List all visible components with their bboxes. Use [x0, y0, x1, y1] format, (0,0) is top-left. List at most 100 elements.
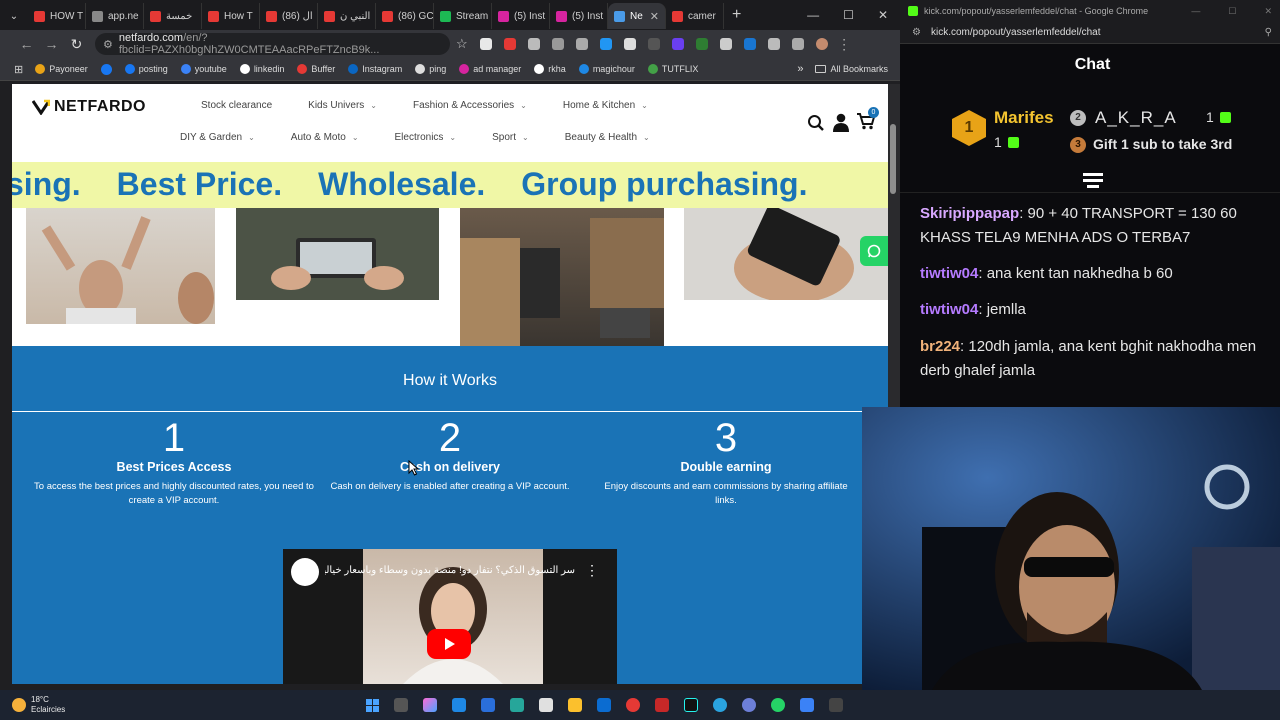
- extension-icon[interactable]: [551, 38, 564, 50]
- app-icon[interactable]: [452, 698, 466, 712]
- copilot-icon[interactable]: [423, 698, 437, 712]
- chat-username[interactable]: Skiripippapap: [920, 205, 1019, 222]
- reload-button[interactable]: ↻: [64, 36, 89, 53]
- nav-menu-item[interactable]: Stock clearance: [201, 100, 272, 111]
- close-window-button[interactable]: ✕: [878, 8, 888, 22]
- browser-tab[interactable]: Ne ✕: [608, 3, 666, 29]
- tab-search-button[interactable]: ⌄: [0, 3, 28, 29]
- opera-icon[interactable]: [626, 698, 640, 712]
- close-tab-icon[interactable]: ✕: [650, 10, 659, 23]
- account-icon[interactable]: [832, 113, 850, 132]
- app-icon[interactable]: [655, 698, 669, 712]
- bookmark-item[interactable]: youtube: [180, 64, 227, 75]
- search-icon[interactable]: [807, 114, 825, 132]
- leader-1-name[interactable]: Marifes: [994, 108, 1054, 128]
- maximize-button[interactable]: ☐: [843, 8, 854, 22]
- apps-grid-icon[interactable]: ⊞: [14, 63, 23, 76]
- whatsapp-float-button[interactable]: [860, 236, 888, 266]
- bookmark-item[interactable]: TUTFLIX: [647, 64, 698, 75]
- site-logo[interactable]: NETFARDO: [32, 98, 146, 116]
- chat-username[interactable]: tiwtiw04: [920, 301, 978, 318]
- profile-avatar[interactable]: [815, 38, 828, 50]
- app-icon[interactable]: [539, 698, 553, 712]
- browser-tab[interactable]: النبي ن: [318, 3, 376, 29]
- browser-tab[interactable]: camer: [666, 3, 724, 29]
- whatsapp-icon[interactable]: [771, 698, 785, 712]
- app-icon[interactable]: [481, 698, 495, 712]
- video-menu-icon[interactable]: ⋮: [585, 562, 599, 579]
- extension-icon[interactable]: [575, 38, 588, 50]
- extension-icon[interactable]: [671, 38, 684, 50]
- extension-icon[interactable]: [647, 38, 660, 50]
- app-icon[interactable]: [800, 698, 814, 712]
- extension-icon[interactable]: [623, 38, 636, 50]
- browser-tab[interactable]: (5) Inst: [550, 3, 608, 29]
- channel-avatar[interactable]: [291, 558, 319, 586]
- app-icon[interactable]: [829, 698, 843, 712]
- browser-tab[interactable]: (86) GC: [376, 3, 434, 29]
- browser-tab[interactable]: ال (86): [260, 3, 318, 29]
- video-title[interactable]: سر التسوق الذكي؟ نتفار دو! منصة بدون وسط…: [325, 565, 575, 576]
- weather-widget[interactable]: 18°C Eclaircies: [12, 695, 342, 715]
- tiktok-icon[interactable]: [684, 698, 698, 712]
- start-button[interactable]: [366, 698, 379, 712]
- scrollbar-thumb[interactable]: [890, 124, 896, 194]
- leader-2-name[interactable]: A_K_R_A: [1095, 108, 1177, 128]
- minimize-button[interactable]: —: [1191, 6, 1200, 16]
- extension-icon[interactable]: [599, 38, 612, 50]
- extensions-puzzle-icon[interactable]: [767, 38, 780, 50]
- extension-icon[interactable]: [695, 38, 708, 50]
- collapse-leaderboard-icon[interactable]: [1083, 170, 1103, 188]
- close-window-button[interactable]: ✕: [1264, 6, 1272, 17]
- nav-menu-item[interactable]: Kids Univers ⌄: [308, 100, 377, 111]
- nav-menu-item[interactable]: Auto & Moto ⌄: [291, 132, 359, 143]
- browser-tab[interactable]: (5) Inst: [492, 3, 550, 29]
- extension-icon[interactable]: [503, 38, 516, 50]
- bookmark-item[interactable]: Instagram: [348, 64, 402, 75]
- browser-tab[interactable]: HOW T: [28, 3, 86, 29]
- nav-menu-item[interactable]: Home & Kitchen ⌄: [563, 100, 648, 111]
- browser-tab[interactable]: Stream: [434, 3, 492, 29]
- gift-cta[interactable]: Gift 1 sub to take 3rd: [1093, 136, 1232, 152]
- browser-tab[interactable]: خمسة: [144, 3, 202, 29]
- extension-icon[interactable]: [479, 38, 492, 50]
- nav-menu-item[interactable]: Sport ⌄: [492, 132, 529, 143]
- store-icon[interactable]: [568, 698, 582, 712]
- taskview-icon[interactable]: [394, 698, 408, 712]
- facebook-bookmark-icon[interactable]: [100, 63, 112, 75]
- site-info-icon[interactable]: ⚙: [103, 38, 113, 51]
- new-tab-button[interactable]: +: [732, 6, 741, 24]
- url-input[interactable]: ⚙ netfardo.com/en/?fbclid=PAZXh0bgNhZW0C…: [95, 32, 450, 56]
- extension-icon[interactable]: [791, 38, 804, 50]
- bookmark-item[interactable]: rkha: [534, 64, 566, 75]
- browser-tab[interactable]: app.ne: [86, 3, 144, 29]
- browser-tab[interactable]: How T: [202, 3, 260, 29]
- back-button[interactable]: ←: [14, 36, 39, 52]
- nav-menu-item[interactable]: Fashion & Accessories ⌄: [413, 100, 527, 111]
- nav-menu-item[interactable]: Electronics ⌄: [395, 132, 457, 143]
- nav-menu-item[interactable]: DIY & Garden ⌄: [180, 132, 255, 143]
- all-bookmarks-button[interactable]: All Bookmarks: [815, 64, 888, 74]
- app-icon[interactable]: [510, 698, 524, 712]
- bookmark-item[interactable]: magichour: [578, 64, 635, 75]
- app-icon[interactable]: [742, 698, 756, 712]
- site-info-icon[interactable]: ⚙: [912, 27, 921, 38]
- bookmark-item[interactable]: Payoneer: [35, 64, 88, 75]
- bookmarks-overflow-icon[interactable]: »: [797, 63, 803, 75]
- chat-username[interactable]: br224: [920, 338, 960, 355]
- menu-kebab-icon[interactable]: ⋮: [832, 36, 857, 53]
- minimize-button[interactable]: —: [807, 8, 819, 22]
- bookmark-item[interactable]: Buffer: [297, 64, 335, 75]
- outlook-icon[interactable]: [597, 698, 611, 712]
- forward-button[interactable]: →: [39, 36, 64, 52]
- extension-icon[interactable]: [743, 38, 756, 50]
- telegram-icon[interactable]: [713, 698, 727, 712]
- extension-icon[interactable]: [527, 38, 540, 50]
- bookmark-star-icon[interactable]: ☆: [456, 36, 468, 52]
- bookmark-item[interactable]: ad manager: [459, 64, 521, 75]
- search-icon[interactable]: ⚲: [1265, 27, 1272, 38]
- bookmark-item[interactable]: ping: [415, 64, 446, 75]
- play-button[interactable]: [427, 629, 471, 659]
- cart-button[interactable]: 0: [856, 107, 879, 135]
- chat-username[interactable]: tiwtiw04: [920, 265, 978, 282]
